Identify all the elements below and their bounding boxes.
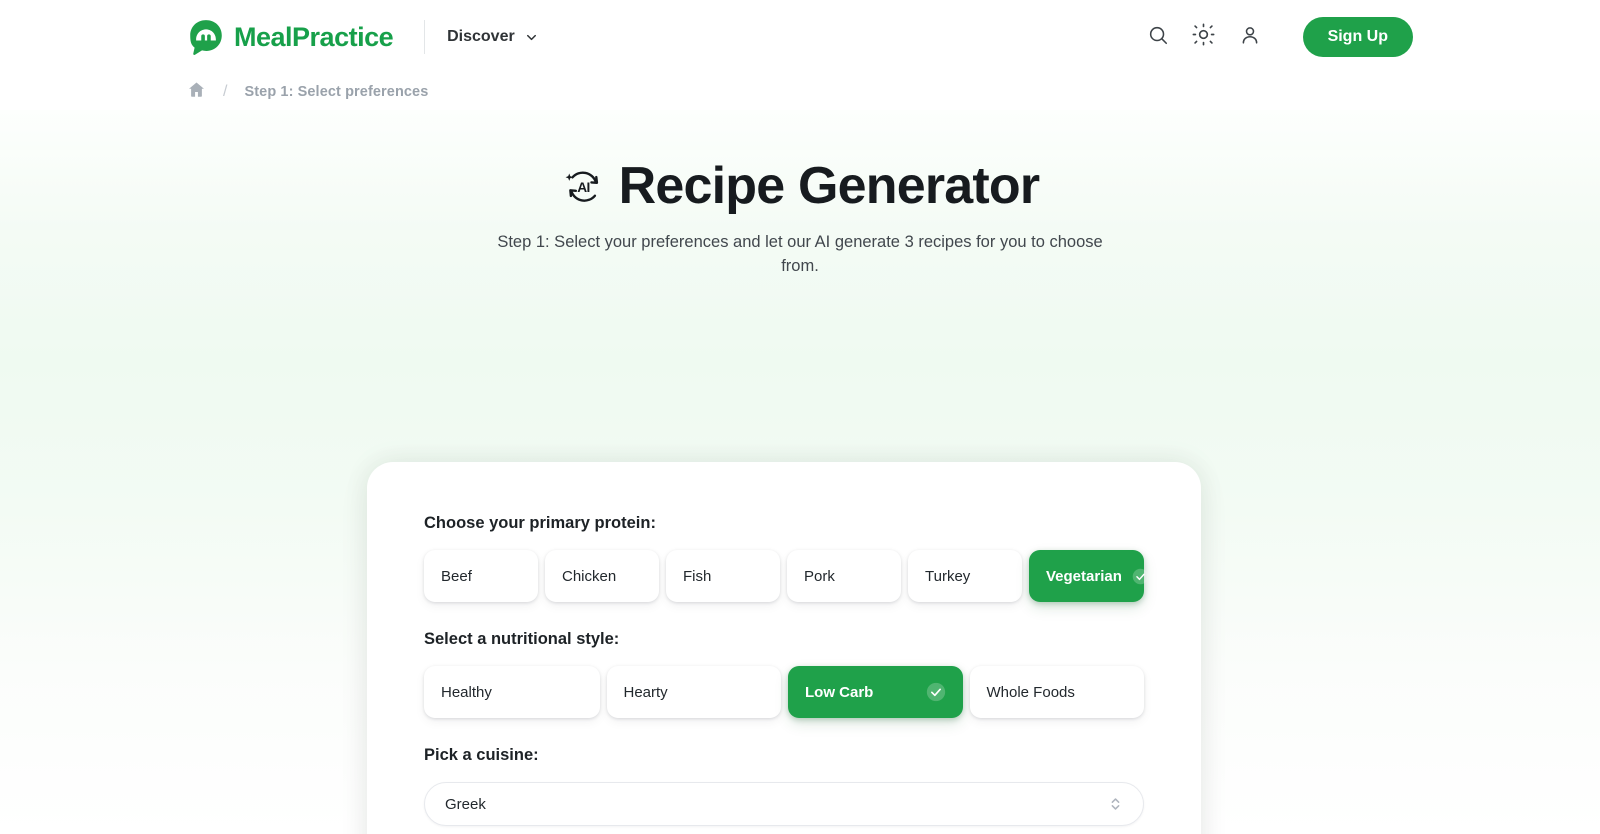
ai-refresh-sparkle-icon: AI <box>561 165 605 209</box>
account-button[interactable] <box>1227 14 1273 60</box>
chip-label: Pork <box>804 567 835 585</box>
nutrition-option-whole-foods[interactable]: Whole Foods <box>969 666 1144 718</box>
nav-discover-label: Discover <box>447 28 515 45</box>
svg-text:AI: AI <box>577 180 589 195</box>
protein-option-turkey[interactable]: Turkey <box>908 550 1022 602</box>
search-button[interactable] <box>1135 14 1181 60</box>
cuisine-group: Pick a cuisine: Greek <box>424 746 1144 826</box>
nutrition-option-low-carb[interactable]: Low Carb <box>788 666 963 718</box>
cuisine-label: Pick a cuisine: <box>424 746 539 764</box>
site-header: MealPractice Discover Sign Up <box>0 0 1600 74</box>
sign-up-button[interactable]: Sign Up <box>1302 17 1413 57</box>
page-title-text: Recipe Generator <box>618 157 1041 215</box>
protein-option-vegetarian[interactable]: Vegetarian <box>1029 550 1149 602</box>
chip-label: Fish <box>683 567 712 585</box>
check-circle-icon <box>916 682 946 702</box>
chip-label: Beef <box>441 567 472 585</box>
user-icon <box>1239 24 1261 51</box>
breadcrumb-home-link[interactable] <box>187 80 206 104</box>
chip-label: Low Carb <box>805 683 874 701</box>
protein-option-pork[interactable]: Pork <box>787 550 901 602</box>
brand-name-part1: Meal <box>234 21 293 52</box>
breadcrumb-current-page: Step 1: Select preferences <box>244 84 429 100</box>
chip-label: Vegetarian <box>1046 567 1122 585</box>
chip-label: Whole Foods <box>986 683 1075 701</box>
page-body: AI Recipe Generator Step 1: Select your … <box>0 110 1600 834</box>
protein-option-chicken[interactable]: Chicken <box>545 550 659 602</box>
page-title: AI Recipe Generator <box>0 157 1600 215</box>
protein-label: Choose your primary protein: <box>424 514 656 532</box>
cuisine-select-value: Greek <box>445 795 486 813</box>
nutrition-option-hearty[interactable]: Hearty <box>606 666 781 718</box>
hero-section: AI Recipe Generator Step 1: Select your … <box>0 110 1600 279</box>
sun-icon <box>1192 23 1215 51</box>
cuisine-select[interactable]: Greek <box>424 782 1144 826</box>
preferences-card: Choose your primary protein: Beef Chicke… <box>367 462 1201 834</box>
chip-label: Chicken <box>562 567 617 585</box>
check-circle-icon <box>1122 568 1149 585</box>
brand-logo-link[interactable]: MealPractice <box>187 18 394 56</box>
chip-label: Turkey <box>925 567 971 585</box>
nav-discover[interactable]: Discover <box>447 28 539 46</box>
page-subtitle: Step 1: Select your preferences and let … <box>497 233 1103 275</box>
nutrition-label: Select a nutritional style: <box>424 630 620 648</box>
brand-wordmark: MealPractice <box>234 21 394 52</box>
breadcrumb-separator: / <box>223 83 228 100</box>
search-icon <box>1147 24 1169 51</box>
breadcrumb: / Step 1: Select preferences <box>0 74 1600 110</box>
theme-toggle-button[interactable] <box>1181 14 1227 60</box>
protein-options: Beef Chicken Fish Pork Turkey Vegetarian <box>424 550 1149 602</box>
brand-name-part2: Practice <box>292 21 394 52</box>
mealpractice-chat-logo-icon <box>187 18 225 56</box>
protein-option-beef[interactable]: Beef <box>424 550 538 602</box>
chevron-down-icon <box>524 30 539 45</box>
chip-label: Hearty <box>623 683 668 701</box>
chevron-up-down-icon <box>1108 795 1123 813</box>
nutrition-option-healthy[interactable]: Healthy <box>424 666 600 718</box>
cuisine-select-wrap: Greek <box>424 782 1144 826</box>
header-divider <box>424 20 426 54</box>
header-actions: Sign Up <box>1135 14 1413 60</box>
chip-label: Healthy <box>441 683 492 701</box>
page-root: MealPractice Discover Sign Up / Step 1: … <box>0 0 1600 834</box>
home-icon <box>187 80 206 104</box>
nutrition-group: Select a nutritional style: Healthy Hear… <box>424 630 1144 718</box>
protein-option-fish[interactable]: Fish <box>666 550 780 602</box>
nutrition-options: Healthy Hearty Low Carb Whole Foods <box>424 666 1144 718</box>
protein-group: Choose your primary protein: Beef Chicke… <box>424 514 1149 602</box>
